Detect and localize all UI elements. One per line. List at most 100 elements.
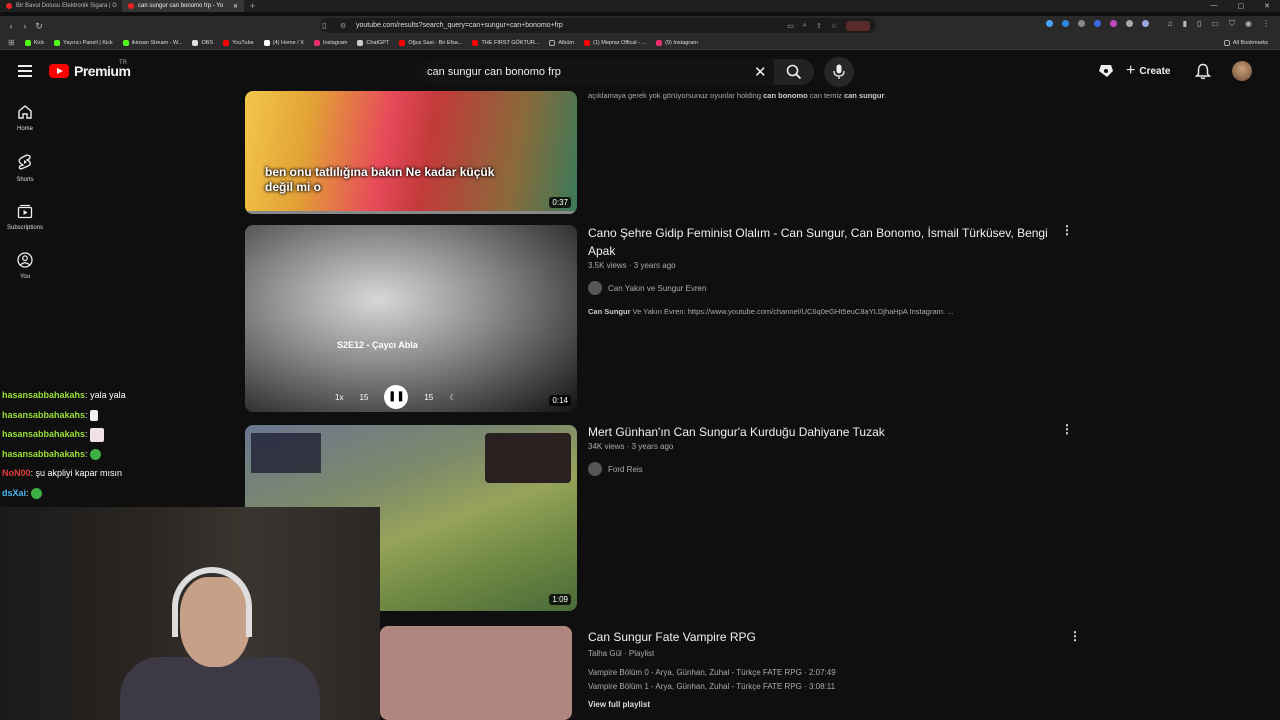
sidebar-item-you[interactable]: You — [0, 252, 50, 280]
notifications-bell-icon[interactable] — [1194, 63, 1212, 85]
streamer-webcam — [0, 507, 380, 720]
menu-icon[interactable]: ⋮ — [1262, 19, 1270, 29]
more-actions-icon[interactable]: ⋮ — [1061, 423, 1073, 435]
bookmark-item[interactable]: Oğuz Sasi - Bir Efsa... — [399, 39, 462, 46]
bookmark-item[interactable]: ikinsan Stream - W... — [122, 39, 182, 46]
extension-icon[interactable] — [1126, 20, 1133, 27]
view-count: 34K views — [588, 442, 625, 451]
zoom-icon[interactable]: ⌕ — [803, 22, 807, 30]
youtube-favicon-icon — [6, 3, 12, 9]
playlist-thumbnail[interactable] — [380, 626, 572, 720]
bookmark-item[interactable]: (9) Instagram — [656, 39, 698, 46]
video-title[interactable]: Mert Günhan'ın Can Sungur'a Kurduğu Dahi… — [588, 423, 1048, 441]
browser-tab-active[interactable]: can sungur can bonomo frp - Yo ✕ — [122, 0, 244, 12]
playlist-item[interactable]: Vampire Bölüm 1 - Arya, Günhan, Zuhal - … — [588, 682, 835, 691]
forward-icon[interactable]: › — [18, 21, 32, 31]
panel-icon[interactable]: ▯ — [1197, 19, 1201, 29]
extension-icon[interactable] — [1062, 20, 1069, 27]
chat-text: yala yala — [87, 390, 126, 400]
description-text: açıklamaya gerek yok görüyorsunuz oyunla… — [588, 91, 764, 100]
extension-icon[interactable] — [1046, 20, 1053, 27]
bookmark-item[interactable]: Albüm — [549, 39, 574, 46]
voice-search-button[interactable] — [824, 57, 854, 87]
url-bar[interactable]: ▯ ⚙ youtube.com/results?search_query=can… — [320, 18, 876, 33]
video-thumbnail-preview[interactable]: S2E12 - Çaycı Abla 1x 15 ❚❚ 15 ☾ 0:14 — [245, 225, 577, 412]
extension-icon[interactable] — [1078, 20, 1085, 27]
extension-icon[interactable] — [1110, 20, 1117, 27]
cast-icon[interactable] — [1098, 64, 1114, 83]
chat-username: hasansabbahakahs — [2, 390, 86, 400]
extensions-bar — [1046, 20, 1149, 27]
kick-icon — [122, 39, 129, 46]
bookmark-label: (4) Home / X — [272, 39, 304, 46]
bookmark-label: (9) Instagram — [665, 39, 698, 46]
star-icon[interactable]: ☆ — [831, 22, 837, 30]
bookmark-item[interactable]: THE FIRST GÖKTUR... — [472, 39, 539, 46]
youtube-premium-logo[interactable]: Premium TR — [49, 60, 131, 79]
extension-icon[interactable] — [1142, 20, 1149, 27]
apps-grid-icon[interactable]: ⊞ — [8, 38, 15, 47]
more-actions-icon[interactable]: ⋮ — [1061, 224, 1073, 236]
bookmark-item[interactable]: (4) Home / X — [263, 39, 304, 46]
bookmark-item[interactable]: YouTube — [223, 39, 254, 46]
new-tab-icon[interactable]: + — [244, 1, 261, 11]
view-count: 3.5K views — [588, 261, 627, 270]
bookmark-item[interactable]: OBS — [192, 39, 214, 46]
sleep-timer-icon[interactable]: ☾ — [449, 393, 456, 402]
bookmark-item[interactable]: ChatGPT — [357, 39, 389, 46]
bookmark-item[interactable]: Kick — [24, 39, 44, 46]
pause-icon[interactable]: ❚❚ — [384, 385, 409, 409]
description-text: Ve Yakın Evren: https://www.youtube.com/… — [630, 307, 954, 316]
clear-search-icon[interactable]: ✕ — [754, 63, 767, 81]
recording-indicator[interactable] — [846, 20, 870, 31]
video-title[interactable]: Cano Şehre Gidip Feminist Olalım - Can S… — [588, 224, 1048, 260]
menu-hamburger-icon[interactable] — [18, 65, 32, 77]
bookmark-item[interactable]: (1) Mepraz Offical - ... — [584, 39, 646, 46]
minimize-icon[interactable]: — — [1211, 2, 1218, 10]
skip-forward-icon[interactable]: 15 — [424, 393, 433, 402]
bookmark-item[interactable]: Instagram — [313, 39, 347, 46]
video-description: Can Sungur Ve Yakın Evren: https://www.y… — [588, 307, 953, 316]
sidebar-item-subscriptions[interactable]: Subscriptions — [0, 203, 50, 231]
all-bookmarks[interactable]: All Bookmarks — [1223, 39, 1280, 46]
create-button[interactable]: + Create — [1126, 62, 1170, 80]
sidebar-item-shorts[interactable]: Shorts — [0, 153, 50, 183]
share-icon[interactable]: ⇪ — [816, 22, 822, 30]
search-input[interactable]: can sungur can bonomo frp — [416, 59, 774, 85]
playlist-title[interactable]: Can Sungur Fate Vampire RPG — [588, 628, 1048, 646]
channel-link[interactable]: Ford Reis — [588, 462, 643, 476]
search-button[interactable] — [774, 59, 814, 85]
emote-icon — [90, 448, 102, 460]
reload-icon[interactable]: ↻ — [32, 21, 46, 32]
bookmark-icon[interactable]: ▯ — [322, 21, 326, 30]
browser-tab[interactable]: Bir Bavul Dolusu Elektronik Sigara | G ✕ — [0, 0, 122, 12]
skip-back-icon[interactable]: 15 — [359, 393, 368, 402]
bookmark-label: OBS — [201, 39, 214, 46]
sidebar-icon[interactable]: ▮ — [1183, 19, 1187, 29]
shield-icon[interactable]: ⛉ — [1229, 19, 1235, 29]
channel-name: Can Yakın ve Sungur Evren — [608, 283, 707, 293]
close-window-icon[interactable]: ✕ — [1264, 2, 1270, 10]
screen-icon[interactable]: ▭ — [787, 22, 794, 30]
playlist-item[interactable]: Vampire Bölüm 0 - Arya, Günhan, Zuhal - … — [588, 668, 836, 677]
profile-icon[interactable]: ◉ — [1245, 19, 1252, 29]
playback-speed[interactable]: 1x — [335, 393, 343, 402]
watch-progress-bar — [245, 211, 577, 214]
more-actions-icon[interactable]: ⋮ — [1069, 630, 1081, 642]
playlist-meta[interactable]: Talha Gül · Playlist — [588, 649, 654, 658]
bookmark-item[interactable]: Yayıncı Paneli | Kick — [54, 39, 113, 46]
account-avatar[interactable] — [1232, 61, 1252, 81]
view-full-playlist-link[interactable]: View full playlist — [588, 700, 650, 709]
music-icon[interactable]: ♫ — [1167, 19, 1173, 29]
maximize-icon[interactable]: ▢ — [1238, 2, 1245, 10]
site-info-icon[interactable]: ⚙ — [340, 22, 346, 30]
wallet-icon[interactable]: ▭ — [1211, 19, 1219, 29]
back-icon[interactable]: ‹ — [4, 21, 18, 31]
extension-icon[interactable] — [1094, 20, 1101, 27]
channel-link[interactable]: Can Yakın ve Sungur Evren — [588, 281, 706, 295]
sidebar-item-home[interactable]: Home — [0, 104, 50, 132]
close-tab-icon[interactable]: ✕ — [233, 3, 238, 10]
you-icon — [17, 252, 33, 268]
video-thumbnail[interactable]: ben onu tatlılığına bakın Ne kadar küçük… — [245, 91, 577, 214]
chat-username: hasansabbahakahs — [2, 409, 86, 420]
